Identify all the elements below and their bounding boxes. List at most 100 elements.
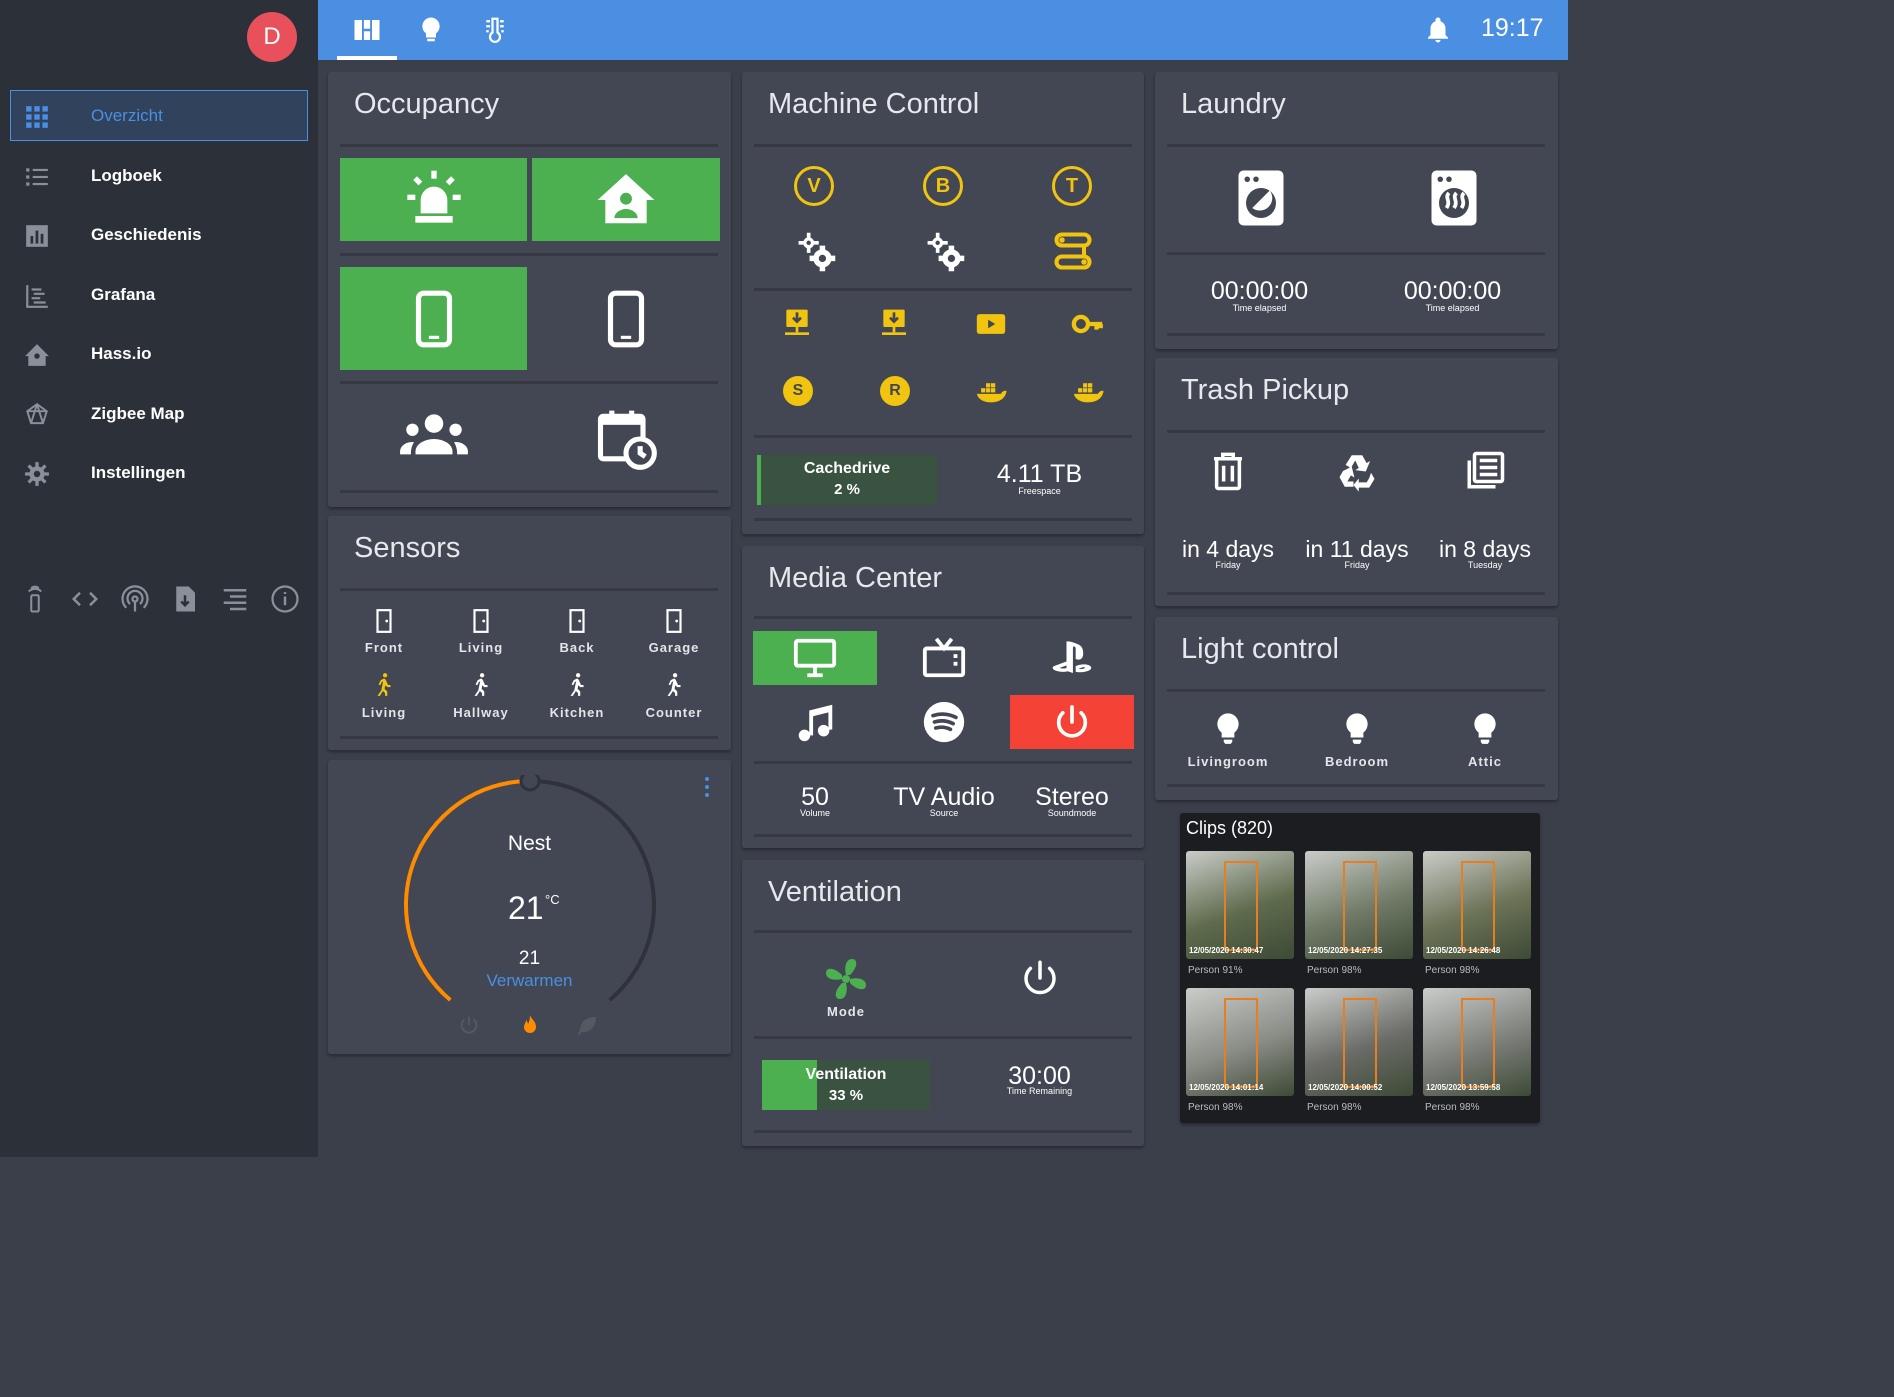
- download-icon[interactable]: [781, 307, 813, 339]
- cellphone-icon: [415, 290, 452, 347]
- playstation-icon: [1052, 641, 1092, 674]
- freespace-value: 4.11 TB: [996, 460, 1083, 488]
- remote-icon[interactable]: [20, 584, 50, 614]
- dial-knob[interactable]: [519, 775, 541, 792]
- door-icon[interactable]: [564, 608, 590, 634]
- dashboard-tab-icon[interactable]: [352, 15, 382, 45]
- youtube-icon[interactable]: [974, 307, 1008, 341]
- calendar-clock-icon: [597, 410, 657, 470]
- clip-thumbnail[interactable]: 12/05/2020 14:27:35: [1305, 851, 1413, 959]
- fan-icon[interactable]: [822, 955, 870, 1003]
- machine-letter: V: [807, 174, 821, 197]
- home-presence-button[interactable]: [532, 158, 720, 241]
- leaf-icon[interactable]: [576, 1014, 600, 1038]
- trash-when: in 4 days: [1181, 536, 1275, 562]
- sidebar-item-geschiedenis[interactable]: Geschiedenis: [10, 209, 308, 260]
- machine-t-button[interactable]: T: [1052, 166, 1092, 206]
- cogs-icon[interactable]: [794, 230, 838, 274]
- clip-timestamp: 12/05/2020 14:30:47: [1189, 946, 1264, 955]
- list-icon: [26, 168, 48, 186]
- motion-icon[interactable]: [371, 670, 397, 700]
- clip-thumbnail[interactable]: 12/05/2020 14:26:48: [1423, 851, 1531, 959]
- lightbulb-tab-icon[interactable]: [416, 15, 446, 45]
- format-list-icon[interactable]: [220, 584, 250, 614]
- thermometer-tab-icon[interactable]: [480, 15, 510, 45]
- user-avatar[interactable]: D: [247, 12, 297, 62]
- clip-thumbnail[interactable]: 12/05/2020 14:00:52: [1305, 988, 1413, 1096]
- download-icon[interactable]: [878, 307, 910, 339]
- alarm-button[interactable]: [340, 158, 527, 241]
- machine-b-button[interactable]: B: [923, 166, 963, 206]
- music-note-icon: [798, 704, 833, 742]
- tumble-dryer-icon[interactable]: [1424, 166, 1484, 230]
- broadcast-icon[interactable]: [120, 584, 150, 614]
- schedule-button[interactable]: [532, 394, 720, 484]
- clip-timestamp: 12/05/2020 14:00:52: [1308, 1083, 1383, 1092]
- docker-icon[interactable]: [974, 374, 1008, 408]
- power-off-button[interactable]: [1010, 695, 1134, 749]
- tv-button[interactable]: [753, 631, 877, 685]
- power-icon[interactable]: [1019, 957, 1061, 999]
- sidebar-item-logboek[interactable]: Logboek: [10, 150, 308, 201]
- sidebar-item-label: Zigbee Map: [91, 403, 185, 423]
- laundry-card: Laundry 00:00:00 Time elapsed 00:00:00 T…: [1155, 72, 1558, 349]
- light-label: Livingroom: [1187, 754, 1269, 769]
- coin-s-button[interactable]: S: [783, 376, 813, 406]
- fire-icon[interactable]: [518, 1012, 542, 1038]
- volume-label: Volume: [799, 808, 831, 818]
- phone-2-button[interactable]: [532, 267, 720, 370]
- dryer-time: 00:00:00: [1403, 277, 1502, 305]
- phone-1-button[interactable]: [340, 267, 527, 370]
- temperature-unit: °C: [545, 892, 560, 907]
- door-icon[interactable]: [371, 608, 397, 634]
- sidebar-item-grafana[interactable]: Grafana: [10, 269, 308, 320]
- lightbulb-icon[interactable]: [1340, 709, 1374, 749]
- clip-thumbnail[interactable]: 12/05/2020 14:01:14: [1186, 988, 1294, 1096]
- cogs-icon[interactable]: [923, 230, 967, 274]
- ventilation-bar-label: Ventilation: [805, 1066, 887, 1083]
- music-button[interactable]: [753, 695, 877, 749]
- door-icon[interactable]: [468, 608, 494, 634]
- key-icon[interactable]: [1071, 307, 1105, 341]
- trash-day: Tuesday: [1467, 560, 1503, 570]
- power-icon[interactable]: [458, 1014, 480, 1036]
- washing-machine-icon[interactable]: [1231, 166, 1291, 230]
- info-icon[interactable]: [270, 584, 300, 614]
- coin-r-button[interactable]: R: [880, 376, 910, 406]
- clip-person-box: [1343, 861, 1377, 951]
- machine-v-button[interactable]: V: [794, 166, 834, 206]
- spotify-button[interactable]: [882, 695, 1006, 749]
- more-vertical-icon[interactable]: [702, 776, 712, 798]
- guests-button[interactable]: [340, 394, 527, 484]
- playstation-button[interactable]: [1010, 631, 1134, 685]
- clip-thumbnail[interactable]: 12/05/2020 14:30:47: [1186, 851, 1294, 959]
- lightbulb-icon[interactable]: [1211, 709, 1245, 749]
- file-import-icon[interactable]: [170, 584, 200, 614]
- sidebar-item-instellingen[interactable]: Instellingen: [10, 447, 308, 498]
- mode-label: Mode: [827, 1004, 865, 1019]
- motion-label: Living: [361, 705, 407, 720]
- lightbulb-icon[interactable]: [1468, 709, 1502, 749]
- cable-tv-button[interactable]: [882, 631, 1006, 685]
- docker-icon[interactable]: [1071, 374, 1105, 408]
- motion-icon[interactable]: [564, 670, 590, 700]
- code-icon[interactable]: [70, 584, 100, 614]
- card-title: Trash Pickup: [1181, 374, 1350, 406]
- ventilation-bar-value: 33 %: [828, 1087, 864, 1104]
- clip-timestamp: 12/05/2020 14:01:14: [1189, 1083, 1264, 1092]
- motion-icon[interactable]: [468, 670, 494, 700]
- recycle-icon: [1339, 455, 1375, 492]
- motion-icon[interactable]: [661, 670, 687, 700]
- hvac-mode: Verwarmen: [486, 971, 573, 990]
- sidebar-item-overzicht[interactable]: Overzicht: [10, 90, 308, 141]
- gear-icon: [25, 462, 49, 486]
- card-title: Light control: [1181, 633, 1339, 665]
- sidebar: D Overzicht Logboek Geschiedenis Grafana…: [0, 0, 318, 1157]
- card-title: Media Center: [768, 562, 943, 594]
- transit-connection-icon[interactable]: [1051, 229, 1095, 273]
- sidebar-item-zigbee-map[interactable]: Zigbee Map: [10, 388, 308, 439]
- bell-icon[interactable]: [1423, 15, 1453, 45]
- sidebar-item-hassio[interactable]: Hass.io: [10, 328, 308, 379]
- door-icon[interactable]: [661, 608, 687, 634]
- clip-thumbnail[interactable]: 12/05/2020 13:59:58: [1423, 988, 1531, 1096]
